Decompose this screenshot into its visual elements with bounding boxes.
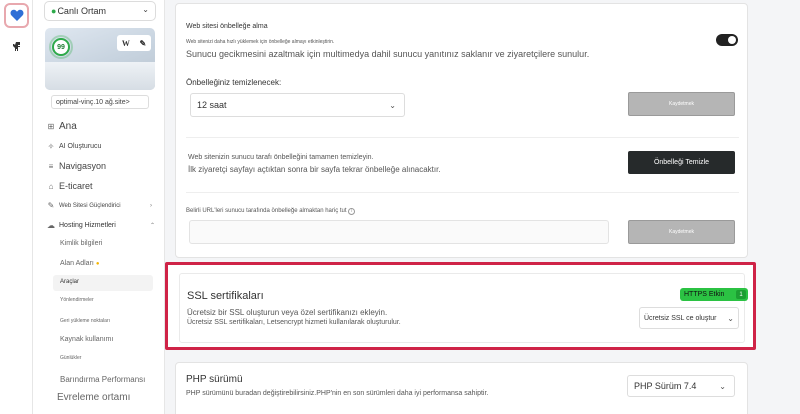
chevron-down-icon: ⌄ [389,100,396,110]
nav-navigation[interactable]: ≡ Navigasyon [46,161,106,171]
chevron-down-icon: ⌄ [719,381,726,391]
nav-hosting[interactable]: ☁ Hosting Hizmetleri ⌃ [46,221,155,230]
https-badge-label: HTTPS Etkin [684,291,725,298]
sub-logs[interactable]: Günlükler [60,355,81,361]
chevron-down-icon: ⌄ [727,313,734,323]
ssl-generate-select[interactable]: Ücretsiz SSL ce oluştur ⌄ [639,307,739,329]
preview-image [45,62,155,90]
cart-icon: ⌂ [48,181,54,191]
exclude-urls-input[interactable] [189,220,609,244]
php-title: PHP sürümü [186,374,243,385]
nav-ecommerce[interactable]: ⌂ E-ticaret [46,181,93,191]
menu-icon: ≡ [48,161,54,171]
nav-site-booster[interactable]: ✎ Web Sitesi Güçlendirici › [46,201,152,210]
save-interval-button[interactable]: Kaydetmek [628,92,735,116]
site-preview[interactable]: 99 W ✎ [45,28,155,90]
sub-resource-usage[interactable]: Kaynak kullanımı [60,336,113,343]
dino-tool-icon[interactable] [4,34,29,59]
edit-icon[interactable]: ✎ [139,39,146,48]
save-exclude-button[interactable]: Kaydetmek [628,220,735,244]
php-panel: PHP sürümü PHP sürümünü buradan değiştir… [175,362,748,414]
ai-icon: ✧ [47,142,55,151]
clear-interval-value: 12 saat [197,100,227,110]
chevron-up-icon: ⌃ [150,223,156,229]
php-version-value: PHP Sürüm 7.4 [634,381,697,391]
new-dot-icon: ● [95,261,100,267]
sub-redirects[interactable]: Yönlendirmeler [60,297,94,303]
performance-score: 99 [52,38,70,56]
cache-hint: Web sitenizi daha hızlı yüklemek için ön… [186,39,335,45]
ssl-highlight-frame: SSL sertifikaları Ücretsiz bir SSL oluşt… [165,262,756,350]
chevron-right-icon: › [150,202,152,209]
nav-hosting-label: Hosting Hizmetleri [59,222,116,229]
nav-ai-builder[interactable]: ✧ AI Oluşturucu [46,142,102,151]
purge-line1: Web sitenizin sunucu tarafı önbelleğini … [188,154,374,161]
ssl-title: SSL sertifikaları [187,290,264,302]
sub-tools[interactable]: Araçlar [60,279,79,285]
icon-rail [0,0,33,414]
sub-restore[interactable]: Geri yükleme noktaları [60,318,110,324]
ssl-select-value: Ücretsiz SSL ce oluştur [644,314,717,322]
sub-domains[interactable]: Alan Adları ● [60,260,99,267]
nav-home-label: Ana [59,121,77,132]
cache-title: Web sitesi önbelleğe alma [186,23,268,30]
sub-credentials[interactable]: Kimlik bilgileri [60,240,102,247]
chevron-down-icon: ⌄ [142,5,149,14]
nav-home[interactable]: ⊞ Ana [46,121,77,132]
info-icon[interactable]: i [348,208,356,215]
php-description: PHP sürümünü buradan değiştirebilirsiniz… [186,390,489,397]
nav-site-booster-label: Web Sitesi Güçlendirici [59,202,121,209]
clear-interval-select[interactable]: 12 saat ⌄ [190,93,405,117]
nav-navigation-label: Navigasyon [59,161,107,171]
hosting-heart-icon[interactable] [4,3,29,28]
wp-actions: W ✎ [117,35,151,51]
sub-hosting-performance[interactable]: Barındırma Performansı [60,375,145,384]
cache-toggle[interactable] [716,34,738,46]
status-dot-icon: ● [51,6,57,16]
sub-staging[interactable]: Evreleme ortamı [57,392,130,403]
divider [186,137,739,138]
ssl-line1: Ücretsiz bir SSL oluşturun veya özel ser… [187,308,388,317]
cache-description: Sunucu gecikmesini azaltmak için multime… [186,49,590,59]
badge-count: 1 [736,290,746,299]
ssl-panel: SSL sertifikaları Ücretsiz bir SSL oluşt… [179,273,748,343]
purge-cache-button[interactable]: Önbelleği Temizle [628,151,735,174]
site-domain[interactable]: optimal-vinç.10 ağ.site> [51,95,149,109]
booster-icon: ✎ [47,201,55,210]
sidebar: ● Canlı Ortam ⌄ 99 W ✎ optimal-vinç.10 a… [33,0,165,414]
php-version-select[interactable]: PHP Sürüm 7.4 ⌄ [627,375,735,397]
nav-ecommerce-label: E-ticaret [59,181,93,191]
clear-interval-label: Önbelleğiniz temizlenecek: [186,78,282,87]
hosting-icon: ☁ [47,221,55,230]
sub-domains-label: Alan Adları [60,260,94,267]
ssl-line2: Ücretsiz SSL sertifikaları, Letsencrypt … [187,319,401,326]
wordpress-icon[interactable]: W [122,39,130,48]
https-status-badge: HTTPS Etkin 1 [680,288,748,301]
nav-ai-builder-label: AI Oluşturucu [59,143,102,150]
grid-icon: ⊞ [47,122,55,131]
cache-panel: Web sitesi önbelleğe alma Web sitenizi d… [175,3,748,258]
exclude-label: Belirli URL'leri sunucu tarafında önbell… [186,208,356,215]
environment-label: Canlı Ortam [57,6,106,16]
purge-line2: İlk ziyaretçi sayfayı açtıktan sonra bir… [188,165,441,174]
environment-select[interactable]: ● Canlı Ortam ⌄ [44,1,156,21]
divider [186,192,739,193]
exclude-label-text: Belirli URL'leri sunucu tarafında önbell… [186,208,347,214]
